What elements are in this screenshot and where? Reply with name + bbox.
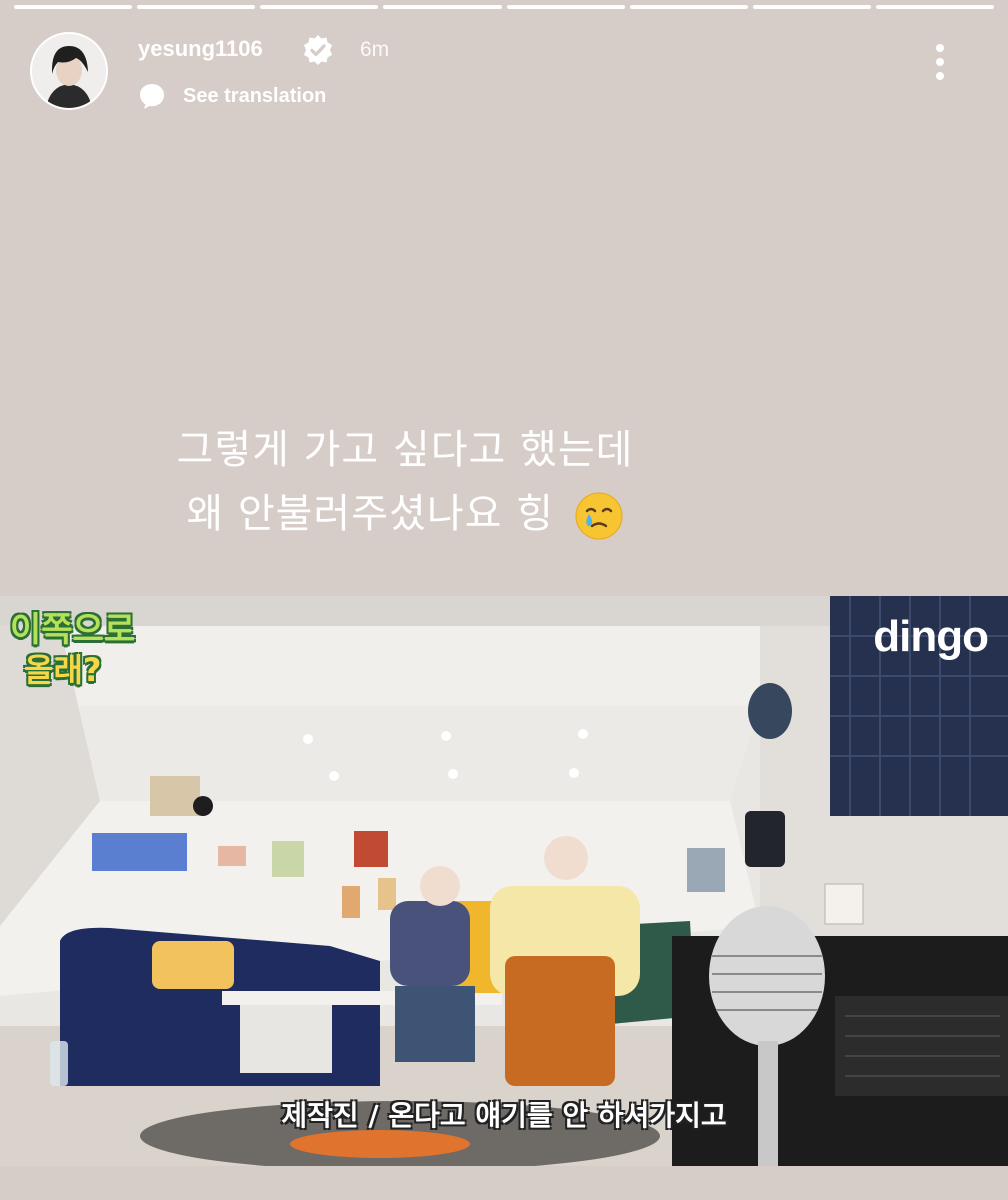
story-progress-bar — [14, 5, 994, 9]
caption-line-2: 왜 안불러주셨나요 힝 — [186, 491, 554, 537]
show-title-line-2: 올래? — [24, 651, 102, 689]
show-title-logo: 이쪽으로 올래? — [10, 610, 150, 702]
username[interactable]: yesung1106 — [138, 36, 263, 62]
speech-bubble-icon — [140, 84, 164, 109]
progress-segment — [137, 5, 256, 9]
brand-watermark: dingo — [873, 612, 989, 661]
story-timestamp: 6m — [360, 38, 390, 61]
more-options-icon[interactable] — [930, 44, 950, 88]
caption-line-2-wrap: 왜 안불러주셨나요 힝 — [100, 482, 710, 546]
avatar[interactable] — [30, 32, 108, 110]
see-translation-button[interactable]: See translation — [138, 80, 326, 112]
video-scene-image — [0, 596, 1008, 1166]
see-translation-label: See translation — [183, 84, 327, 107]
progress-segment — [629, 5, 748, 9]
show-title-line-1: 이쪽으로 — [10, 610, 136, 650]
video-subtitle: 제작진 / 온다고 얘기를 안 하셔가지고 — [281, 1099, 727, 1132]
story-caption: 그렇게 가고 싶다고 했는데 왜 안불러주셨나요 힝 — [100, 418, 710, 546]
progress-segment — [14, 5, 133, 9]
face-holding-back-tears-emoji — [575, 492, 623, 540]
progress-segment — [752, 5, 871, 9]
progress-segment — [875, 5, 994, 9]
verified-badge-icon — [304, 35, 332, 65]
progress-segment — [260, 5, 379, 9]
shared-video-frame[interactable]: 이쪽으로 올래? dingo 제작진 / 온다고 얘기를 안 하셔가지고 — [0, 596, 1008, 1166]
caption-line-1: 그렇게 가고 싶다고 했는데 — [176, 427, 634, 473]
story-header: yesung1106 6m See translation — [30, 30, 988, 112]
progress-segment — [506, 5, 625, 9]
progress-segment — [383, 5, 502, 9]
